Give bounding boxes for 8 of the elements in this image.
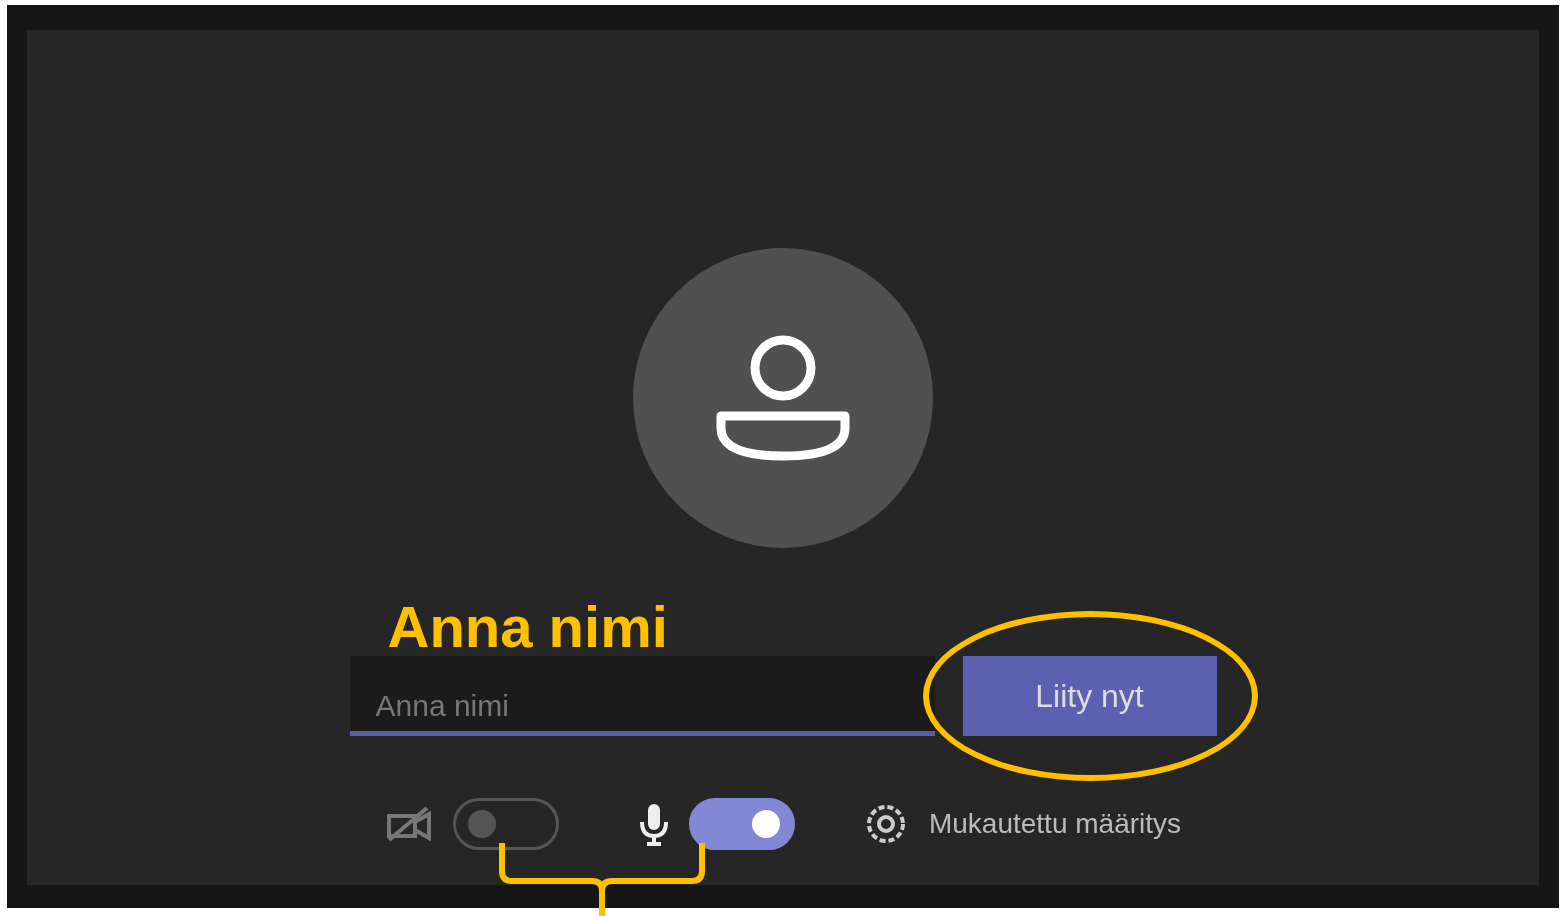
- microphone-icon: [638, 802, 669, 846]
- settings-label[interactable]: Mukautettu määritys: [928, 808, 1182, 840]
- annotation-label: Anna nimi: [387, 598, 668, 656]
- camera-off-icon: [384, 804, 433, 844]
- join-button[interactable]: Liity nyt: [962, 656, 1217, 736]
- name-input-field[interactable]: Anna nimi: [349, 656, 935, 736]
- microphone-toggle[interactable]: [688, 798, 795, 850]
- camera-toggle[interactable]: [452, 798, 559, 850]
